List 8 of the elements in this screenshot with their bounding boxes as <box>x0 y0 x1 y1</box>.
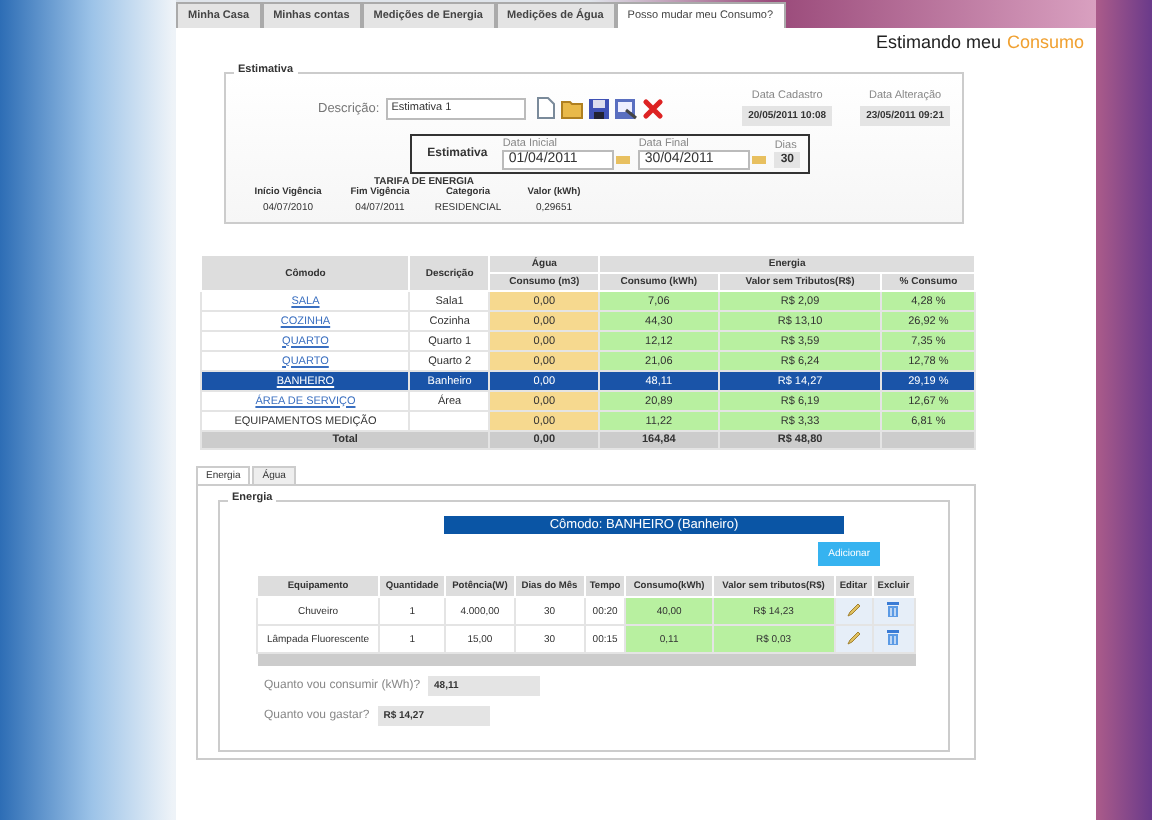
report-icon[interactable] <box>613 97 638 119</box>
page-title-accent: Consumo <box>1006 32 1084 52</box>
trash-icon[interactable] <box>886 628 901 646</box>
save-icon[interactable] <box>587 97 610 119</box>
delete-icon[interactable] <box>641 97 664 119</box>
page-title: Estimando meu <box>875 32 1001 52</box>
document-icon[interactable] <box>535 96 556 120</box>
trash-icon[interactable] <box>886 600 901 618</box>
